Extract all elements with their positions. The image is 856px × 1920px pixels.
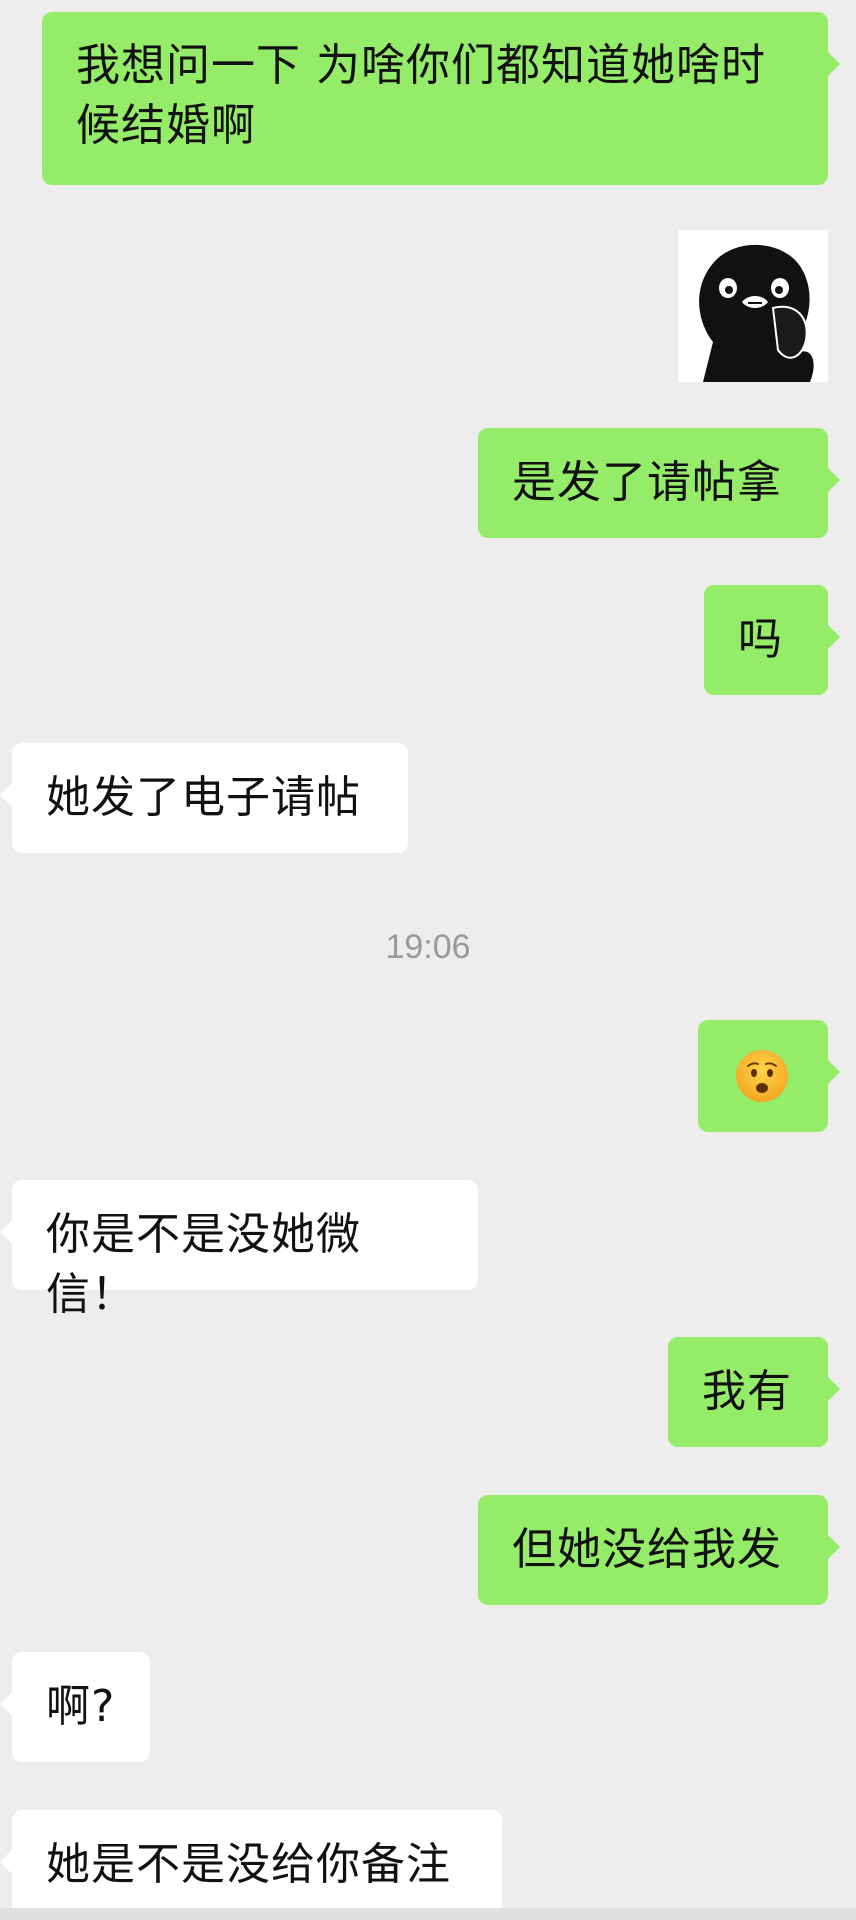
message-text: 她是不是没给你备注 <box>46 1839 451 1890</box>
message-text: 啊? <box>46 1681 116 1732</box>
penguin-sticker[interactable] <box>678 230 828 382</box>
message-text: 她发了电子请帖 <box>46 772 361 823</box>
message-text: 我想问一下 为啥你们都知道她啥时 候结婚啊 <box>76 40 766 151</box>
bottom-edge <box>0 1908 856 1920</box>
incoming-message[interactable]: 她是不是没给你备注 <box>0 1810 502 1920</box>
outgoing-message[interactable]: 我有 <box>668 1337 840 1447</box>
penguin-sticker-image <box>678 230 828 382</box>
message-text: 我有 <box>702 1366 792 1417</box>
timestamp: 19:06 <box>385 928 471 966</box>
message-text: 是发了请帖拿 <box>512 457 782 508</box>
outgoing-message[interactable]: 但她没给我发 <box>478 1495 840 1605</box>
outgoing-message[interactable]: 吗 <box>704 585 840 695</box>
message-text: 但她没给我发 <box>512 1524 782 1575</box>
worried-face-emoji <box>736 1050 788 1102</box>
outgoing-message[interactable] <box>698 1020 840 1132</box>
message-text: 吗 <box>738 614 783 665</box>
incoming-message[interactable]: 你是不是没她微信！ <box>0 1180 478 1320</box>
message-text: 你是不是没她微信！ <box>46 1209 361 1320</box>
incoming-message[interactable]: 啊? <box>0 1652 150 1762</box>
incoming-message[interactable]: 她发了电子请帖 <box>0 743 408 853</box>
outgoing-message[interactable]: 我想问一下 为啥你们都知道她啥时 候结婚啊 <box>42 12 840 185</box>
outgoing-message[interactable]: 是发了请帖拿 <box>478 428 840 538</box>
chat-conversation: 我想问一下 为啥你们都知道她啥时 候结婚啊 是发了请帖拿 吗 她发了电子请帖 1… <box>0 0 856 1920</box>
